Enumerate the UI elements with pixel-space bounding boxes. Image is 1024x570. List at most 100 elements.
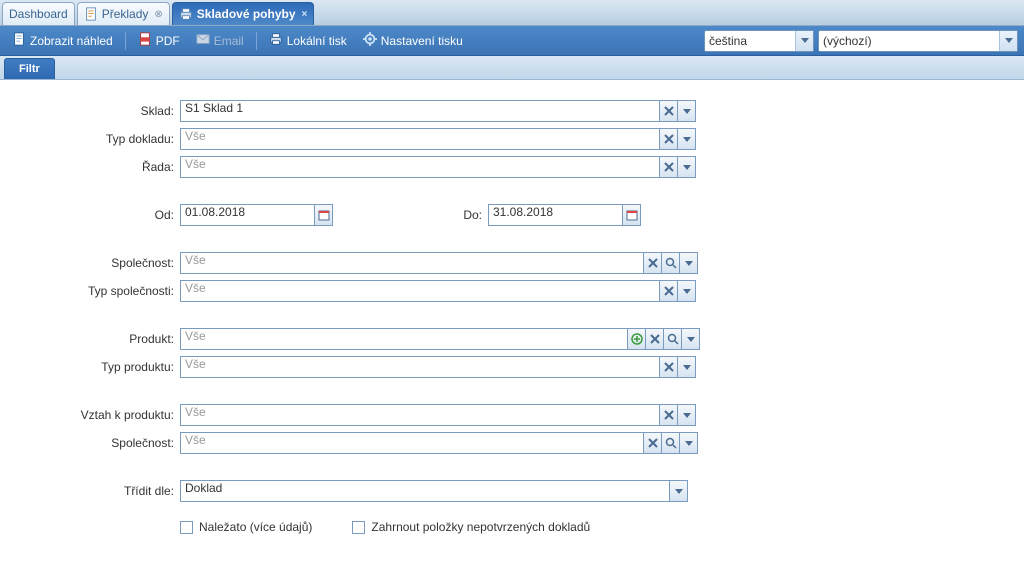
dropdown-button[interactable]	[678, 128, 696, 150]
local-print-label: Lokální tisk	[287, 34, 347, 48]
pdf-label: PDF	[156, 34, 180, 48]
typdokladu-label: Typ dokladu:	[10, 132, 180, 146]
chevron-down-icon	[685, 441, 693, 446]
rada-label: Řada:	[10, 160, 180, 174]
search-icon	[665, 437, 677, 449]
main-tab-strip: Dashboard Překlady ⊗ Skladové pohyby ×	[0, 0, 1024, 26]
typspolecnosti-input[interactable]: Vše	[180, 280, 660, 302]
spolecnost-label: Společnost:	[10, 256, 180, 270]
calendar-button[interactable]	[623, 204, 641, 226]
chevron-down-icon	[675, 489, 683, 494]
toolbar-separator	[256, 32, 257, 50]
dropdown-button[interactable]	[680, 252, 698, 274]
zahrnout-checkbox[interactable]: Zahrnout položky nepotvrzených dokladů	[352, 520, 590, 534]
clear-button[interactable]	[660, 356, 678, 378]
dropdown-button[interactable]	[678, 156, 696, 178]
tab-preklady-label: Překlady	[102, 7, 149, 21]
tab-dashboard[interactable]: Dashboard	[2, 2, 75, 25]
od-label: Od:	[10, 208, 180, 222]
tridit-select[interactable]: Doklad	[180, 480, 670, 502]
chevron-down-icon	[685, 261, 693, 266]
preview-label: Zobrazit náhled	[30, 34, 113, 48]
spolecnost2-input[interactable]: Vše	[180, 432, 644, 454]
print-settings-button[interactable]: Nastavení tisku	[357, 29, 469, 52]
filter-tab-strip: Filtr	[0, 56, 1024, 80]
sklad-label: Sklad:	[10, 104, 180, 118]
tab-preklady[interactable]: Překlady ⊗	[77, 2, 170, 25]
add-button[interactable]	[628, 328, 646, 350]
typspolecnosti-label: Typ společnosti:	[10, 284, 180, 298]
dropdown-button[interactable]	[678, 404, 696, 426]
language-value: čeština	[709, 34, 747, 48]
do-date-input[interactable]: 31.08.2018	[488, 204, 623, 226]
clear-button[interactable]	[644, 252, 662, 274]
print-settings-label: Nastavení tisku	[381, 34, 463, 48]
chevron-down-icon	[795, 31, 813, 51]
preview-button[interactable]: Zobrazit náhled	[6, 29, 119, 52]
clear-button[interactable]	[660, 404, 678, 426]
language-select[interactable]: čeština	[704, 30, 814, 52]
calendar-button[interactable]	[315, 204, 333, 226]
spolecnost-input[interactable]: Vše	[180, 252, 644, 274]
clear-button[interactable]	[646, 328, 664, 350]
dropdown-button[interactable]	[678, 280, 696, 302]
filter-tab-label: Filtr	[19, 63, 40, 75]
clear-button[interactable]	[660, 280, 678, 302]
chevron-down-icon	[687, 337, 695, 342]
mail-icon	[196, 32, 210, 49]
dropdown-button[interactable]	[680, 432, 698, 454]
close-icon[interactable]: ⊗	[154, 9, 162, 20]
dropdown-button[interactable]	[682, 328, 700, 350]
email-button: Email	[190, 29, 250, 52]
gear-icon	[363, 32, 377, 49]
profile-value: (výchozí)	[823, 34, 872, 48]
local-print-button[interactable]: Lokální tisk	[263, 29, 353, 52]
spolecnost2-label: Společnost:	[10, 436, 180, 450]
lookup-button[interactable]	[662, 252, 680, 274]
pdf-button[interactable]: PDF	[132, 29, 186, 52]
typproduktu-input[interactable]: Vše	[180, 356, 660, 378]
document-icon	[84, 7, 98, 21]
zahrnout-label: Zahrnout položky nepotvrzených dokladů	[371, 520, 590, 534]
checkbox-box	[352, 521, 365, 534]
lookup-button[interactable]	[664, 328, 682, 350]
sklad-input[interactable]: S1 Sklad 1	[180, 100, 660, 122]
typdokladu-input[interactable]: Vše	[180, 128, 660, 150]
vztah-label: Vztah k produktu:	[10, 408, 180, 422]
chevron-down-icon	[683, 413, 691, 418]
toolbar-separator	[125, 32, 126, 50]
clear-button[interactable]	[644, 432, 662, 454]
filter-tab[interactable]: Filtr	[4, 58, 55, 79]
dropdown-button[interactable]	[670, 480, 688, 502]
checkbox-box	[180, 521, 193, 534]
plus-circle-icon	[631, 333, 643, 345]
close-icon[interactable]: ×	[302, 9, 308, 20]
calendar-icon	[626, 209, 638, 221]
typproduktu-label: Typ produktu:	[10, 360, 180, 374]
lookup-button[interactable]	[662, 432, 680, 454]
chevron-down-icon	[683, 165, 691, 170]
produkt-label: Produkt:	[10, 332, 180, 346]
profile-select[interactable]: (výchozí)	[818, 30, 1018, 52]
rada-input[interactable]: Vše	[180, 156, 660, 178]
vztah-input[interactable]: Vše	[180, 404, 660, 426]
printer-icon	[269, 32, 283, 49]
email-label: Email	[214, 34, 244, 48]
chevron-down-icon	[999, 31, 1017, 51]
chevron-down-icon	[683, 109, 691, 114]
chevron-down-icon	[683, 137, 691, 142]
nalezato-checkbox[interactable]: Naležato (více údajů)	[180, 520, 312, 534]
produkt-input[interactable]: Vše	[180, 328, 628, 350]
dropdown-button[interactable]	[678, 356, 696, 378]
clear-button[interactable]	[660, 128, 678, 150]
tab-skladpohyby-label: Skladové pohyby	[197, 7, 296, 21]
calendar-icon	[318, 209, 330, 221]
dropdown-button[interactable]	[678, 100, 696, 122]
search-icon	[665, 257, 677, 269]
tab-skladove-pohyby[interactable]: Skladové pohyby ×	[172, 2, 315, 25]
clear-button[interactable]	[660, 100, 678, 122]
chevron-down-icon	[683, 365, 691, 370]
clear-button[interactable]	[660, 156, 678, 178]
od-date-input[interactable]: 01.08.2018	[180, 204, 315, 226]
pdf-icon	[138, 32, 152, 49]
